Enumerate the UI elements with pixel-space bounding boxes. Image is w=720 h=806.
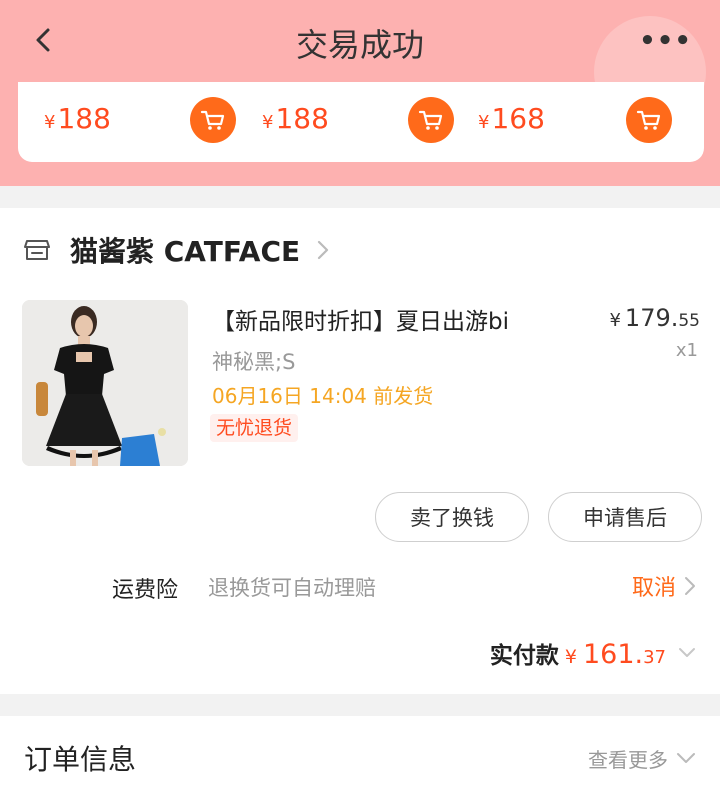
payment-amount-decimal: 37: [643, 647, 666, 668]
product-price: ¥179.55: [609, 304, 700, 332]
product-sku: 神秘黑;S: [212, 350, 296, 374]
view-more-label: 查看更多: [588, 748, 668, 772]
recommendation-item[interactable]: ¥188: [246, 82, 474, 162]
payment-total[interactable]: 实付款 ¥ 161. 37: [490, 636, 696, 670]
view-more-button[interactable]: 查看更多: [588, 744, 696, 773]
insurance-desc: 退换货可自动理赔: [208, 576, 376, 600]
order-card: 猫酱紫 CATFACE 【新品限时折扣】夏日出游bi 神秘黑;S 06月16日 …: [0, 208, 720, 694]
ship-time: 06月16日 14:04 前发货: [212, 384, 434, 408]
after-sale-button[interactable]: 申请售后: [548, 492, 702, 542]
recommendation-price: ¥188: [44, 102, 111, 135]
order-info-section: 订单信息 查看更多: [0, 716, 720, 806]
cart-icon[interactable]: [408, 97, 454, 143]
insurance-cancel-button[interactable]: 取消: [632, 570, 696, 602]
chevron-right-icon: [318, 240, 329, 260]
return-tag: 无忧退货: [210, 414, 299, 442]
product-quantity: x1: [675, 340, 698, 361]
recommendation-item[interactable]: ¥188: [18, 82, 246, 162]
shop-name: 猫酱紫 CATFACE: [70, 235, 301, 268]
sell-button[interactable]: 卖了换钱: [375, 492, 529, 542]
product-title[interactable]: 【新品限时折扣】夏日出游bi: [212, 302, 509, 336]
shop-header[interactable]: 猫酱紫 CATFACE: [24, 230, 330, 270]
recommendation-item[interactable]: ¥168: [474, 82, 704, 162]
order-info-title: 订单信息: [24, 743, 137, 776]
more-icon[interactable]: •••: [639, 28, 692, 54]
payment-currency: ¥: [564, 646, 577, 668]
recommendation-strip: ¥188 ¥188 ¥168: [18, 82, 704, 162]
chevron-right-icon: [685, 577, 695, 595]
payment-amount: 161.: [582, 639, 644, 670]
recommendation-price: ¥188: [262, 102, 329, 135]
insurance-cancel-label: 取消: [631, 576, 676, 601]
cart-icon[interactable]: [626, 97, 672, 143]
store-icon: [24, 240, 50, 260]
recommendation-price: ¥168: [478, 102, 545, 135]
chevron-down-icon: [679, 648, 695, 657]
product-image[interactable]: [22, 300, 188, 466]
chevron-down-icon: [677, 753, 695, 763]
insurance-label: 运费险: [112, 578, 179, 603]
payment-label: 实付款: [489, 643, 559, 669]
cart-icon[interactable]: [190, 97, 236, 143]
